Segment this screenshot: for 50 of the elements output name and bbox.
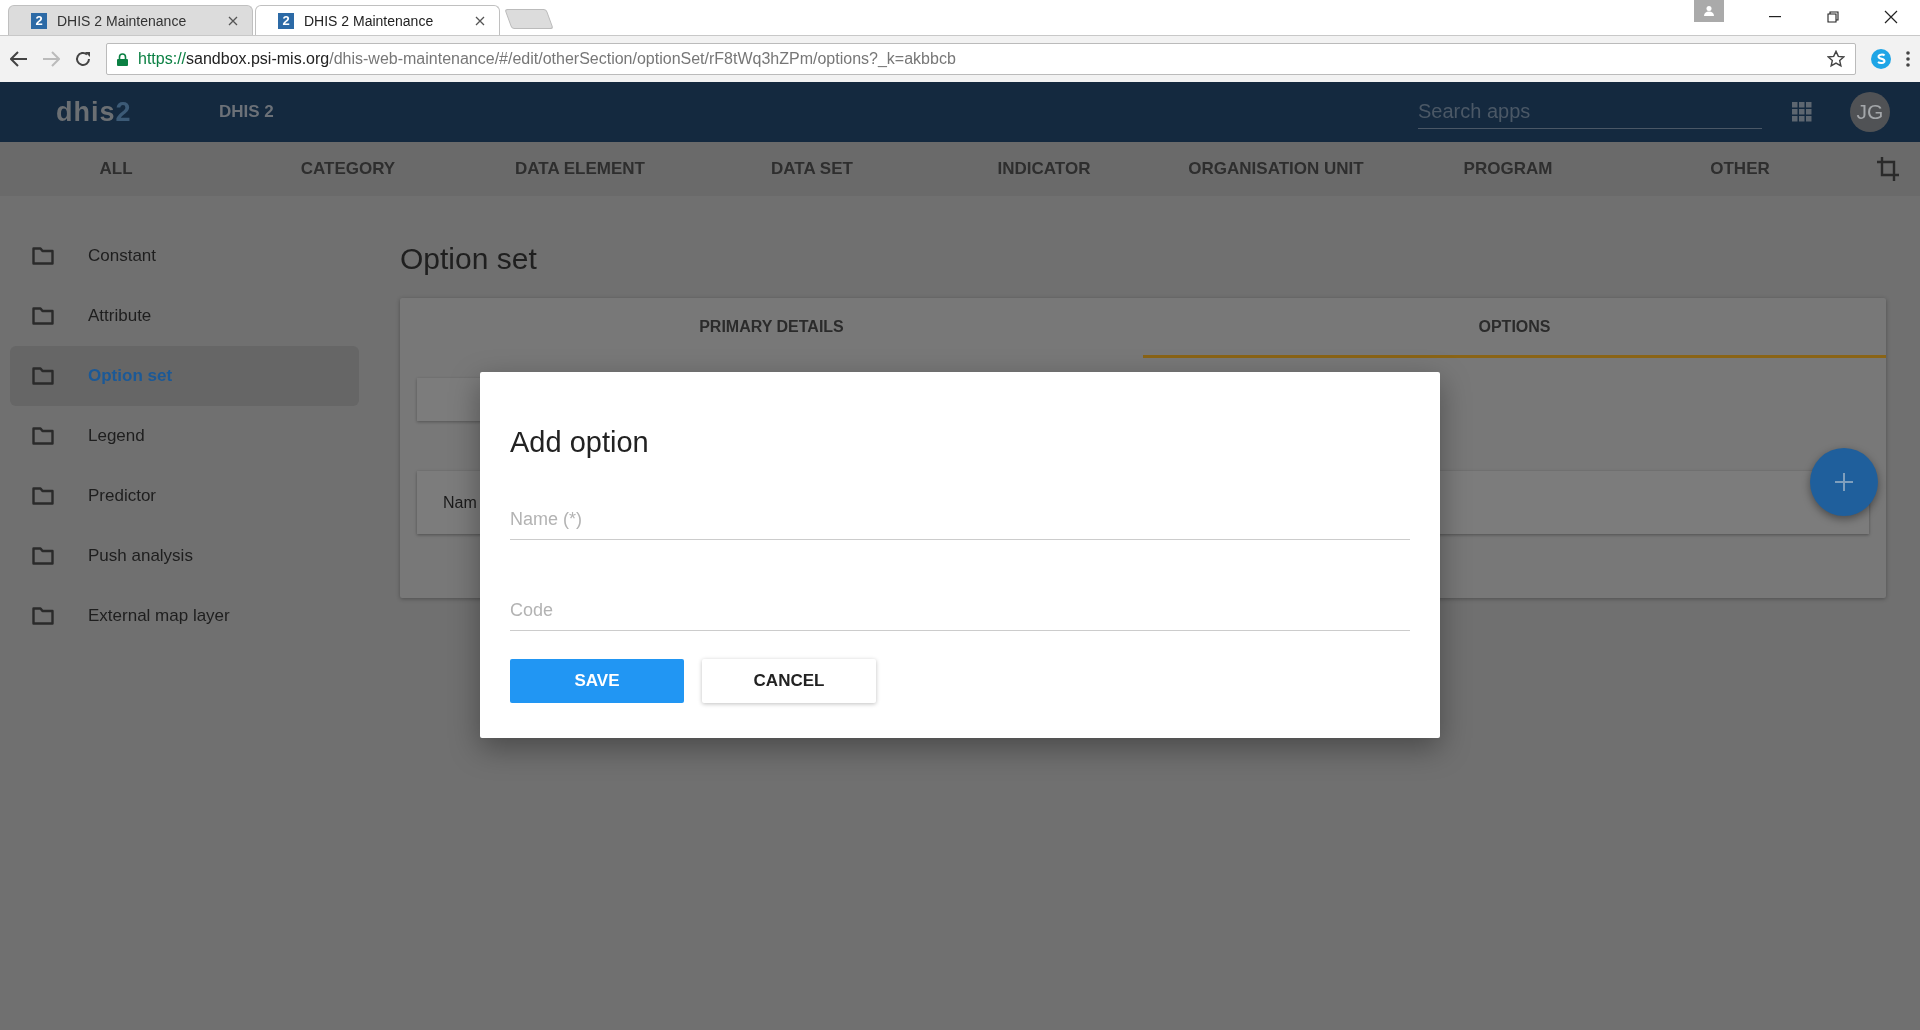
- menu-icon[interactable]: [1906, 51, 1910, 67]
- column-header: Nam: [443, 493, 477, 512]
- sidebar-item[interactable]: Constant: [10, 226, 359, 286]
- sidebar-item[interactable]: External map layer: [10, 586, 359, 646]
- form-tab[interactable]: PRIMARY DETAILS: [400, 298, 1143, 358]
- folder-icon: [32, 307, 54, 325]
- restore-icon[interactable]: [1827, 11, 1839, 23]
- app-title: DHIS 2: [219, 102, 275, 122]
- back-icon[interactable]: [10, 51, 28, 67]
- folder-icon: [32, 427, 54, 445]
- favicon-icon: 2: [278, 12, 294, 29]
- favicon-icon: 2: [31, 12, 47, 29]
- close-icon[interactable]: [1884, 10, 1898, 24]
- nav-item[interactable]: ORGANISATION UNIT: [1160, 153, 1392, 185]
- sidebar-item[interactable]: Legend: [10, 406, 359, 466]
- plus-icon: [1834, 472, 1854, 492]
- folder-icon: [32, 367, 54, 385]
- nav-item[interactable]: ALL: [0, 153, 232, 185]
- crop-icon[interactable]: [1876, 156, 1900, 182]
- address-field[interactable]: https://sandbox.psi-mis.org/dhis-web-maintenance/#/edit/otherSection/optionSet/rF8tWq3hZPm/options?_k=akbbcb: [106, 43, 1856, 75]
- browser-tab[interactable]: 2 DHIS 2 Maintenance: [8, 5, 253, 35]
- page-title: Option set: [400, 241, 538, 277]
- reload-icon[interactable]: [74, 50, 92, 68]
- folder-icon: [32, 247, 54, 265]
- save-button[interactable]: SAVE: [510, 659, 684, 703]
- user-avatar[interactable]: JG: [1850, 92, 1890, 132]
- text-field[interactable]: Code: [510, 590, 1410, 631]
- nav-item[interactable]: OTHER: [1624, 153, 1856, 185]
- nav-item[interactable]: DATA SET: [696, 153, 928, 185]
- browser-tab[interactable]: 2 DHIS 2 Maintenance: [255, 5, 500, 35]
- form-tab[interactable]: OPTIONS: [1143, 298, 1886, 358]
- star-icon[interactable]: [1827, 50, 1845, 68]
- nav-item[interactable]: DATA ELEMENT: [464, 153, 696, 185]
- lock-icon: [117, 52, 128, 66]
- close-icon[interactable]: [475, 15, 485, 26]
- nav-item[interactable]: CATEGORY: [232, 153, 464, 185]
- minimize-icon[interactable]: [1769, 16, 1781, 18]
- text-field[interactable]: Name (*): [510, 499, 1410, 540]
- nav-item[interactable]: INDICATOR: [928, 153, 1160, 185]
- dialog-title: Add option: [510, 426, 650, 459]
- extension-icon[interactable]: [1870, 48, 1892, 70]
- cancel-button[interactable]: CANCEL: [702, 659, 876, 703]
- folder-icon: [32, 487, 54, 505]
- apps-grid-icon[interactable]: [1792, 102, 1812, 122]
- nav-item[interactable]: PROGRAM: [1392, 153, 1624, 185]
- folder-icon: [32, 607, 54, 625]
- sidebar-item[interactable]: Attribute: [10, 286, 359, 346]
- folder-icon: [32, 547, 54, 565]
- sidebar-item[interactable]: Push analysis: [10, 526, 359, 586]
- sidebar-item[interactable]: Predictor: [10, 466, 359, 526]
